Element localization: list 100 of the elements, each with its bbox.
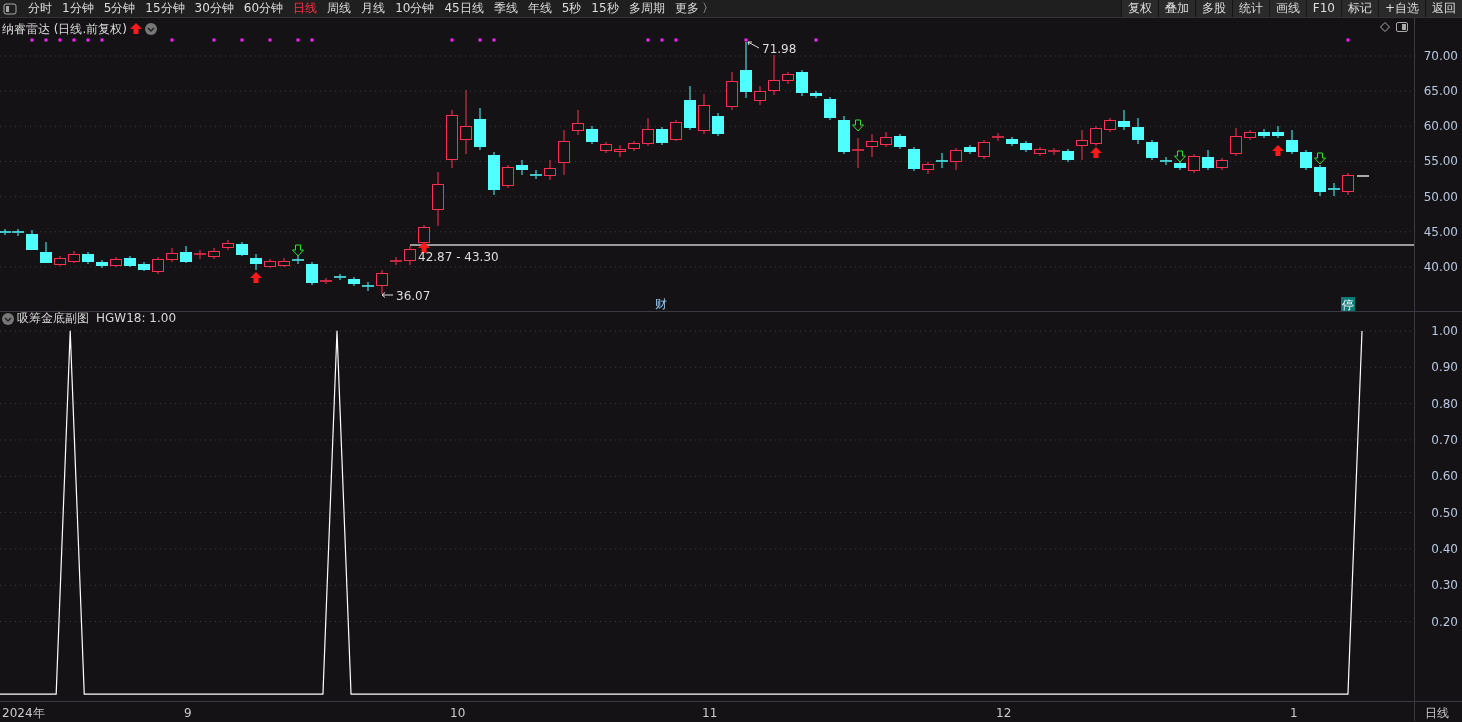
date-label: 10 (450, 705, 466, 722)
period-tab[interactable]: 10分钟 (390, 0, 440, 17)
period-tab[interactable]: 30分钟 (189, 0, 239, 17)
current-price-tick (1356, 175, 1370, 177)
candlestick (1258, 128, 1270, 139)
dropdown-icon[interactable] (2, 312, 14, 325)
candlestick (698, 93, 710, 135)
toolbar-button[interactable]: 统计 (1231, 0, 1269, 17)
date-label: 1 (1290, 705, 1298, 722)
period-tab[interactable]: 5秒 (556, 0, 587, 17)
period-tab[interactable]: 更多 〉 (669, 0, 720, 17)
candlestick (1300, 149, 1312, 171)
period-tab[interactable]: 多周期 (623, 0, 670, 17)
candlestick (1272, 125, 1284, 139)
candlestick (1230, 127, 1242, 157)
candlestick (796, 69, 808, 97)
sidebar-toggle-icon[interactable] (3, 2, 17, 15)
price-annotation: 71.98 (762, 42, 797, 56)
price-annotation: 42.87 - 43.30 (418, 250, 499, 264)
pointer-arrow-icon (747, 41, 760, 49)
toolbar-button[interactable]: 叠加 (1157, 0, 1195, 17)
axis-label: 0.80 (1431, 395, 1458, 413)
period-tab[interactable]: 60分钟 (238, 0, 289, 17)
axis-label: 0.60 (1431, 468, 1458, 486)
candlestick (851, 137, 865, 169)
toolbar-button[interactable]: 返回 (1425, 0, 1462, 17)
period-tab[interactable]: 季线 (488, 0, 523, 17)
toolbar-button[interactable]: 多股 (1194, 0, 1232, 17)
candlestick (1076, 129, 1088, 161)
candlestick (54, 255, 66, 267)
panel-toggle-icon[interactable] (1396, 22, 1408, 32)
finance-marker: 财 (655, 297, 667, 311)
axis-label: 0.40 (1431, 540, 1458, 558)
dropdown-icon[interactable] (145, 23, 157, 35)
axis-label: 0.50 (1431, 504, 1458, 522)
pointer-arrow-icon (381, 292, 394, 298)
candlestick (1090, 125, 1102, 147)
period-tab[interactable]: 1分钟 (57, 0, 99, 17)
candlestick (250, 253, 262, 271)
price-label: 40.00 (1423, 258, 1458, 276)
period-tab[interactable]: 年线 (522, 0, 557, 17)
candlestick (950, 147, 962, 171)
candlestick (824, 96, 836, 121)
candlestick (586, 125, 598, 145)
date-label: 12 (996, 705, 1012, 722)
up-arrow-icon (1272, 145, 1284, 156)
period-tab[interactable]: 分时 (23, 0, 57, 17)
axis-label: 0.90 (1431, 359, 1458, 377)
candlestick (614, 144, 626, 158)
candlestick (1132, 117, 1144, 145)
candlestick (935, 152, 949, 169)
candlestick (1006, 136, 1018, 147)
candlestick (348, 276, 360, 287)
candlestick (642, 117, 654, 147)
candlestick (222, 239, 234, 251)
period-tab[interactable]: 月线 (356, 0, 391, 17)
toolbar-button[interactable]: 画线 (1268, 0, 1306, 17)
period-tab[interactable]: 15秒 (586, 0, 624, 17)
candlestick (656, 126, 668, 146)
axis-label: 0.20 (1431, 613, 1458, 631)
period-tab[interactable]: 45日线 (439, 0, 489, 17)
up-arrow-icon (130, 23, 142, 35)
candlestick (670, 119, 682, 142)
candlestick (572, 109, 584, 136)
candlestick (110, 256, 122, 268)
candlestick (446, 109, 458, 169)
candlestick (166, 247, 178, 263)
toolbar-button[interactable]: 复权 (1120, 0, 1158, 17)
candlestick (768, 54, 780, 96)
candlestick (894, 133, 906, 150)
period-tab[interactable]: 周线 (322, 0, 357, 17)
axis-label: 1.00 (1431, 323, 1458, 340)
candlestick (712, 112, 724, 137)
candlestick (684, 85, 696, 131)
candlestick (628, 140, 640, 152)
axis-label: 0.70 (1431, 431, 1458, 449)
indicator-reading: HGW18: 1.00 (96, 312, 177, 325)
price-label: 55.00 (1423, 153, 1458, 171)
period-tab[interactable]: 日线 (288, 0, 323, 17)
diamond-icon[interactable] (1380, 22, 1390, 32)
toolbar-button[interactable]: +自选 (1377, 0, 1425, 17)
candlestick (754, 85, 766, 106)
candlestick (1020, 140, 1032, 153)
candlestick (1188, 153, 1200, 174)
candlestick (1244, 129, 1256, 141)
period-tab[interactable]: 15分钟 (140, 0, 190, 17)
price-label: 65.00 (1423, 83, 1458, 101)
candlestick (124, 255, 136, 268)
toolbar-button[interactable]: 标记 (1340, 0, 1378, 17)
down-arrow-icon (1314, 152, 1326, 165)
chart-title: 纳睿雷达 (日线.前复权) (2, 21, 127, 38)
toolbar-button[interactable]: F10 (1305, 0, 1341, 17)
date-label: 9 (184, 705, 192, 722)
date-label: 2024年 (2, 705, 45, 722)
candlestick (964, 144, 976, 155)
price-label: 70.00 (1423, 48, 1458, 65)
candlestick (138, 261, 150, 272)
candlestick (838, 115, 850, 155)
down-arrow-icon (292, 244, 304, 257)
period-tab[interactable]: 5分钟 (98, 0, 141, 17)
